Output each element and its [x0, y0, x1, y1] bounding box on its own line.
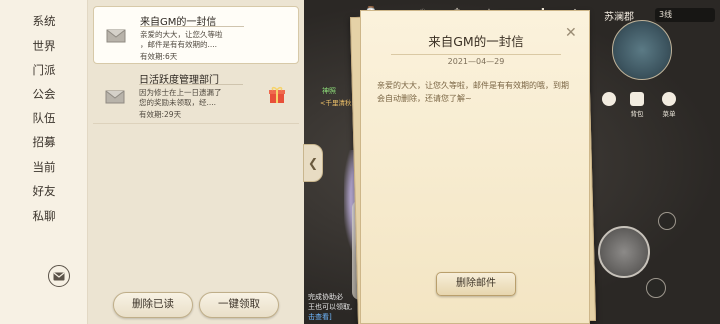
mail-divider [139, 84, 243, 85]
letter-title: 来自GM的一封信 [428, 34, 524, 49]
dodge-skill-button[interactable] [658, 212, 676, 230]
location-name: 苏澜郡 [604, 12, 634, 23]
claim-all-button[interactable]: 一键领取 [199, 292, 279, 318]
server-line-select[interactable]: 3线 [655, 8, 715, 22]
mail-item[interactable]: 来自GM的一封信 亲爱的大大，让您久等啦 ，邮件是有有效期的.... 有效期:6… [93, 6, 299, 64]
mail-expiry: 有效期:6天 [140, 52, 178, 61]
npc-name: 神照 [322, 87, 336, 95]
nav-item-friends[interactable]: 好友 [0, 180, 88, 202]
mail-list-panel: 来自GM的一封信 亲爱的大大，让您久等啦 ，邮件是有有效期的.... 有效期:6… [88, 0, 304, 324]
menu-button[interactable]: 菜单 [658, 92, 680, 118]
mail-expiry: 有效期:29天 [139, 110, 182, 119]
letter-panel: 来自GM的一封信 ✕ 2021—04—29 亲爱的大大，让您久等啦，邮件是有有效… [360, 10, 590, 324]
timer-icon[interactable] [598, 92, 620, 106]
letter-body: 亲爱的大大，让您久等啦，邮件是有有效期的哦，到期会自动删除，还请您了解~ [377, 81, 569, 103]
mail-item[interactable]: 日活跃度管理部门 因为修士在上一日遗漏了 您的奖励未领取，经.... 有效期:2… [93, 66, 299, 124]
chevron-left-icon: ❮ [307, 156, 319, 170]
nav-item-sect[interactable]: 门派 [0, 59, 88, 81]
delete-mail-button[interactable]: 删除邮件 [436, 272, 516, 296]
nav-item-guild[interactable]: 公会 [0, 83, 88, 105]
nav-item-private[interactable]: 私聊 [0, 205, 88, 227]
letter-date: 2021—04—29 [447, 57, 505, 66]
mail-button[interactable] [48, 265, 70, 287]
mail-actions-bar: 删除已读 一键领取 [88, 290, 304, 324]
nav-item-recruit[interactable]: 招募 [0, 131, 88, 153]
bag-button[interactable]: 背包 [626, 92, 648, 118]
nav-item-nearby[interactable]: 当前 [0, 156, 88, 178]
attack-button[interactable] [598, 226, 650, 278]
nav-item-world[interactable]: 世界 [0, 35, 88, 57]
menu-icon [662, 92, 676, 106]
letter-divider [391, 54, 561, 55]
minimap[interactable] [612, 20, 672, 80]
collapse-panel-button[interactable]: ❮ [303, 144, 323, 182]
mail-divider [140, 26, 244, 27]
gift-icon [269, 86, 285, 103]
chat-line: 完成协助必 [308, 293, 343, 301]
nav-item-system[interactable]: 系统 [0, 10, 88, 32]
chat-line: 王也可以领取, [308, 303, 353, 311]
bag-icon [630, 92, 644, 106]
chat-link[interactable]: 击查看] [308, 312, 332, 322]
close-icon[interactable]: ✕ [565, 25, 577, 41]
jump-skill-button[interactable] [646, 278, 666, 298]
chat-channel-nav: 系统 世界 门派 公会 队伍 招募 当前 好友 私聊 [0, 0, 88, 324]
envelope-icon [105, 90, 125, 104]
envelope-icon [106, 29, 126, 43]
mail-preview: ，邮件是有有效期的.... [140, 40, 218, 49]
mail-preview: 您的奖励未领取，经.... [139, 98, 217, 107]
delete-read-button[interactable]: 删除已读 [113, 292, 193, 318]
envelope-icon [53, 272, 65, 280]
nav-item-team[interactable]: 队伍 [0, 107, 88, 129]
